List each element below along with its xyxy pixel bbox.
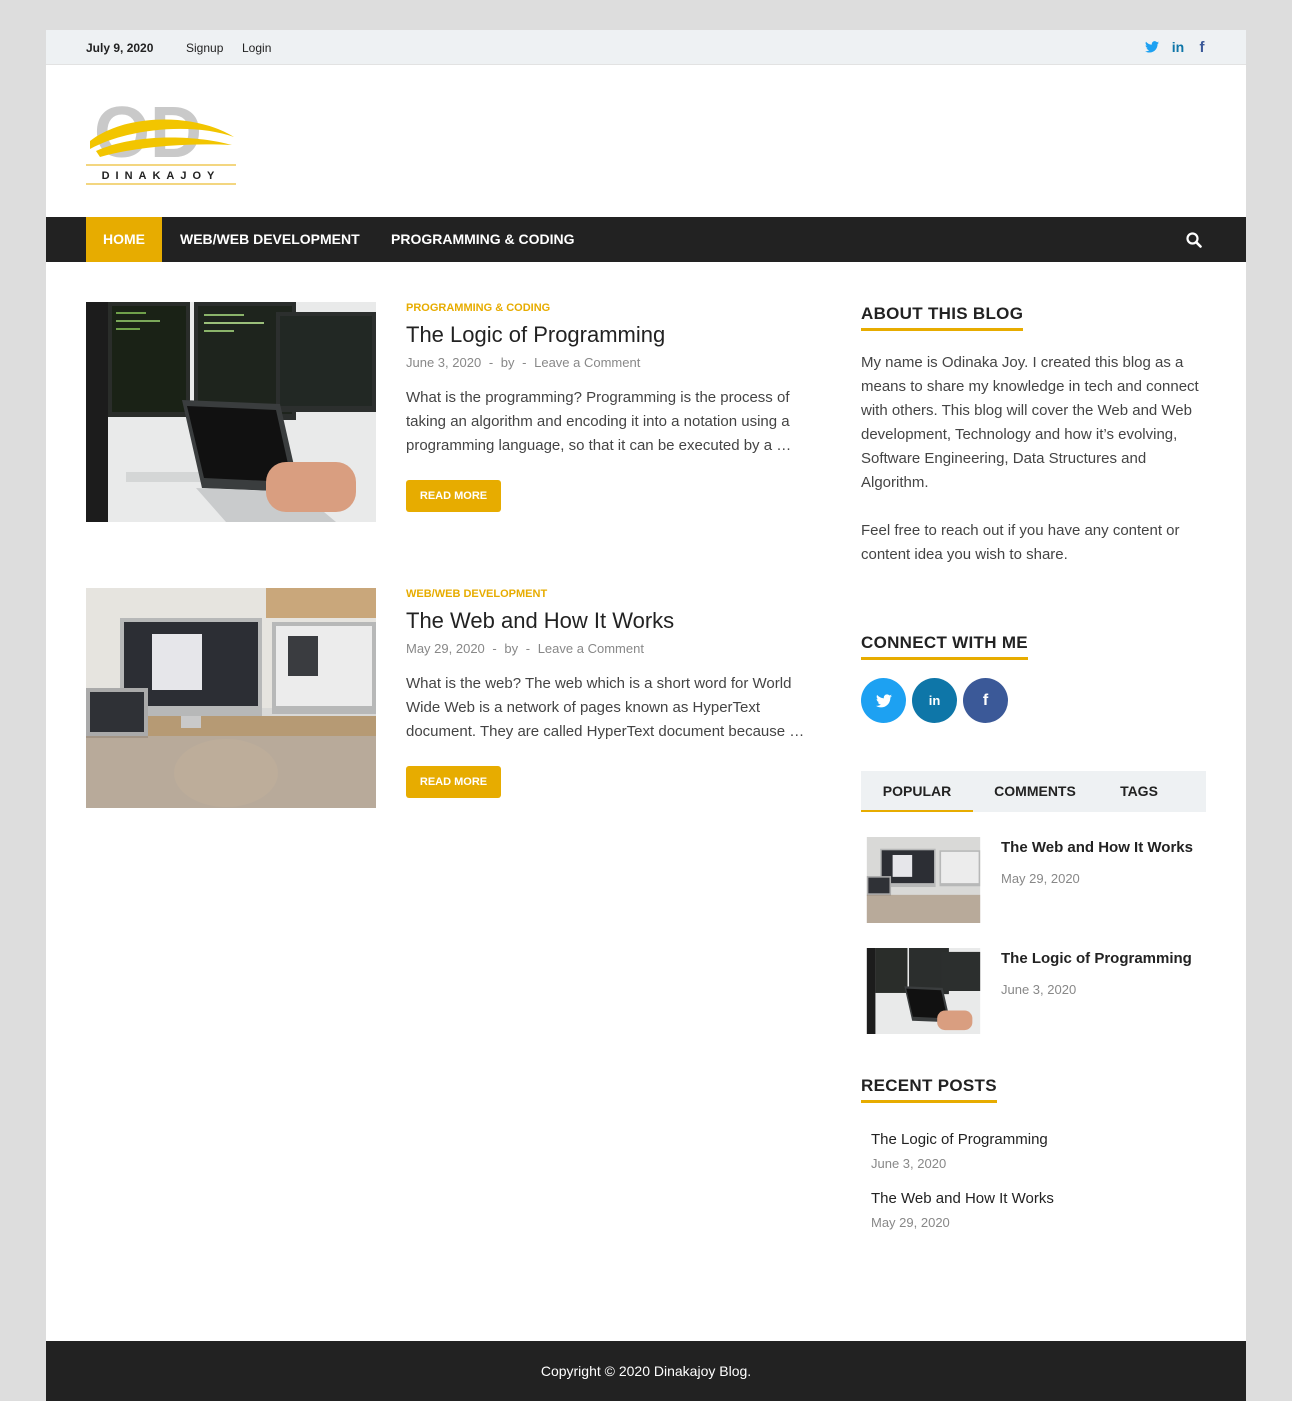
meta-separator: - (492, 641, 497, 656)
linkedin-icon[interactable]: in (1170, 39, 1186, 55)
signup-link[interactable]: Signup (186, 41, 223, 55)
page: July 9, 2020 Signup Login in f OD DINAKA… (46, 30, 1246, 1401)
post-date[interactable]: May 29, 2020 (406, 641, 485, 656)
tab-tags[interactable]: TAGS (1099, 771, 1179, 812)
recent-post-date: June 3, 2020 (871, 1156, 947, 1171)
post-excerpt: What is the web? The web which is a shor… (406, 675, 805, 740)
meta-separator: - (525, 641, 531, 656)
footer-site-link[interactable]: Dinakajoy Blog. (654, 1363, 751, 1379)
popular-post-date: May 29, 2020 (1001, 871, 1080, 886)
recent-posts-title: RECENT POSTS (861, 1076, 997, 1103)
tab-popular[interactable]: POPULAR (861, 771, 973, 812)
meta-separator: - (488, 355, 494, 370)
post-title[interactable]: The Web and How It Works (406, 608, 674, 634)
popular-post-item: The Web and How It Works May 29, 2020 (861, 837, 1206, 923)
top-bar: July 9, 2020 Signup Login in f (46, 30, 1246, 65)
popular-post-title[interactable]: The Logic of Programming (1001, 950, 1192, 967)
popular-post-title[interactable]: The Web and How It Works (1001, 839, 1193, 856)
about-text: My name is Odinaka Joy. I created this b… (861, 351, 1206, 567)
current-date: July 9, 2020 (86, 41, 154, 55)
recent-post-link[interactable]: The Logic of Programming (871, 1131, 1048, 1148)
about-paragraph: Feel free to reach out if you have any c… (861, 522, 1180, 563)
post-author-label: by (500, 355, 515, 370)
post-title[interactable]: The Logic of Programming (406, 322, 665, 348)
post-card: PROGRAMMING & CODING The Logic of Progra… (86, 302, 821, 522)
facebook-icon[interactable]: f (1194, 39, 1210, 56)
post-date[interactable]: June 3, 2020 (406, 355, 481, 370)
popular-post-date: June 3, 2020 (1001, 982, 1077, 997)
copyright-text: Copyright © 2020 (540, 1363, 650, 1379)
linkedin-icon[interactable]: in (912, 678, 957, 723)
post-author-label: by (504, 641, 519, 656)
popular-post-thumbnail[interactable] (861, 948, 986, 1034)
post-comment-link[interactable]: Leave a Comment (534, 355, 640, 370)
recent-post-date: May 29, 2020 (871, 1215, 950, 1230)
site-footer: Copyright © 2020 Dinakajoy Blog. (46, 1341, 1246, 1401)
about-widget-title: ABOUT THIS BLOG (861, 304, 1024, 331)
nav-web-development[interactable]: WEB/WEB DEVELOPMENT (180, 217, 360, 262)
post-excerpt: What is the programming? Programming is … (406, 389, 792, 454)
post-category[interactable]: PROGRAMMING & CODING (406, 302, 550, 314)
post-thumbnail[interactable] (86, 588, 376, 808)
connect-widget-title: CONNECT WITH ME (861, 633, 1028, 660)
login-link[interactable]: Login (242, 41, 271, 55)
post-category[interactable]: WEB/WEB DEVELOPMENT (406, 588, 547, 600)
logo-wordmark: DINAKAJOY (102, 170, 221, 182)
post-thumbnail[interactable] (86, 302, 376, 522)
nav-home[interactable]: HOME (86, 217, 162, 262)
sidebar-tabs: POPULAR COMMENTS TAGS (861, 771, 1206, 812)
recent-post-link[interactable]: The Web and How It Works (871, 1190, 1054, 1207)
twitter-icon[interactable] (861, 678, 906, 723)
site-header: OD DINAKAJOY (46, 65, 1246, 217)
read-more-button[interactable]: READ MORE (406, 766, 501, 798)
about-paragraph: My name is Odinaka Joy. I created this b… (861, 354, 1199, 491)
tab-comments[interactable]: COMMENTS (979, 771, 1091, 812)
site-logo[interactable]: OD DINAKAJOY (86, 93, 238, 185)
main-nav: HOME WEB/WEB DEVELOPMENT PROGRAMMING & C… (46, 217, 1246, 262)
nav-programming-coding[interactable]: PROGRAMMING & CODING (391, 217, 575, 262)
post-meta: May 29, 2020 - by - Leave a Comment (406, 641, 648, 656)
post-card: WEB/WEB DEVELOPMENT The Web and How It W… (86, 588, 821, 808)
popular-post-item: The Logic of Programming June 3, 2020 (861, 948, 1206, 1034)
twitter-icon[interactable] (1144, 39, 1160, 55)
meta-separator: - (522, 355, 527, 370)
facebook-icon[interactable]: f (963, 678, 1008, 723)
post-meta: June 3, 2020 - by - Leave a Comment (406, 355, 644, 370)
popular-post-thumbnail[interactable] (861, 837, 986, 923)
search-icon[interactable] (1186, 232, 1202, 248)
post-comment-link[interactable]: Leave a Comment (538, 641, 644, 656)
read-more-button[interactable]: READ MORE (406, 480, 501, 512)
